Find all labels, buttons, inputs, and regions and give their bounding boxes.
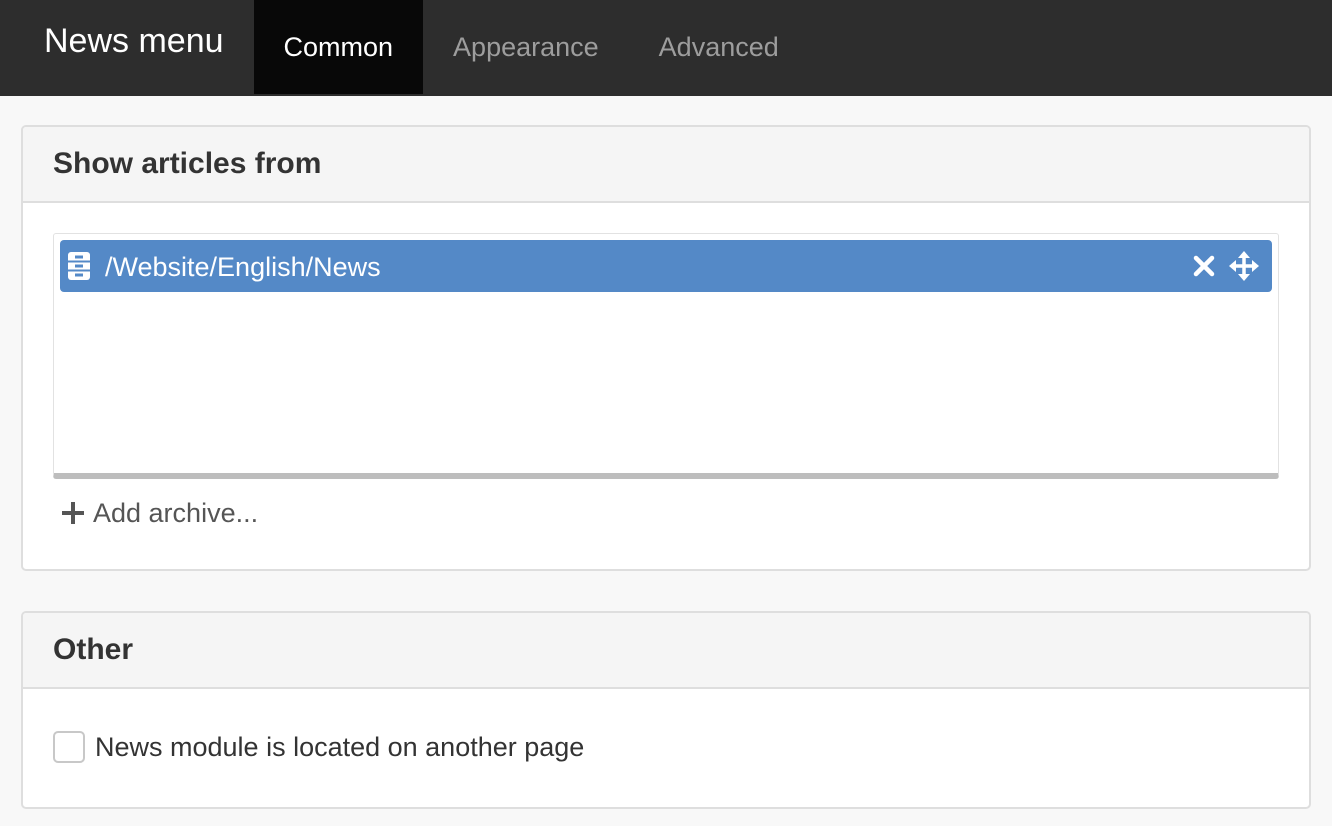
tab-advanced[interactable]: Advanced: [629, 0, 809, 94]
archive-cabinet-icon: [67, 251, 93, 281]
show-articles-body: /Website/English/News Add archive...: [23, 203, 1309, 547]
archive-path: /Website/English/News: [105, 251, 381, 282]
main-content: Show articles from /Website/English/News…: [0, 96, 1332, 809]
remove-icon[interactable]: [1184, 246, 1224, 286]
add-archive-button[interactable]: Add archive...: [53, 479, 1279, 547]
tab-appearance[interactable]: Appearance: [423, 0, 629, 94]
tab-common[interactable]: Common: [253, 0, 424, 94]
news-module-checkbox[interactable]: [53, 731, 85, 763]
archive-list: /Website/English/News: [53, 233, 1279, 479]
move-icon[interactable]: [1224, 246, 1264, 286]
tab-bar: Common Appearance Advanced: [253, 0, 809, 94]
other-heading: Other: [23, 613, 1309, 689]
archive-item[interactable]: /Website/English/News: [60, 240, 1272, 292]
other-body: News module is located on another page: [23, 689, 1309, 769]
app-title: News menu: [44, 22, 224, 60]
news-module-checkbox-label[interactable]: News module is located on another page: [95, 732, 584, 763]
show-articles-panel: Show articles from /Website/English/News…: [21, 125, 1311, 571]
plus-icon: [61, 501, 85, 525]
other-panel: Other News module is located on another …: [21, 611, 1311, 809]
news-module-option: News module is located on another page: [53, 725, 1279, 769]
add-archive-label: Add archive...: [93, 497, 259, 528]
top-navbar: News menu Common Appearance Advanced: [0, 0, 1332, 96]
show-articles-heading: Show articles from: [23, 127, 1309, 203]
